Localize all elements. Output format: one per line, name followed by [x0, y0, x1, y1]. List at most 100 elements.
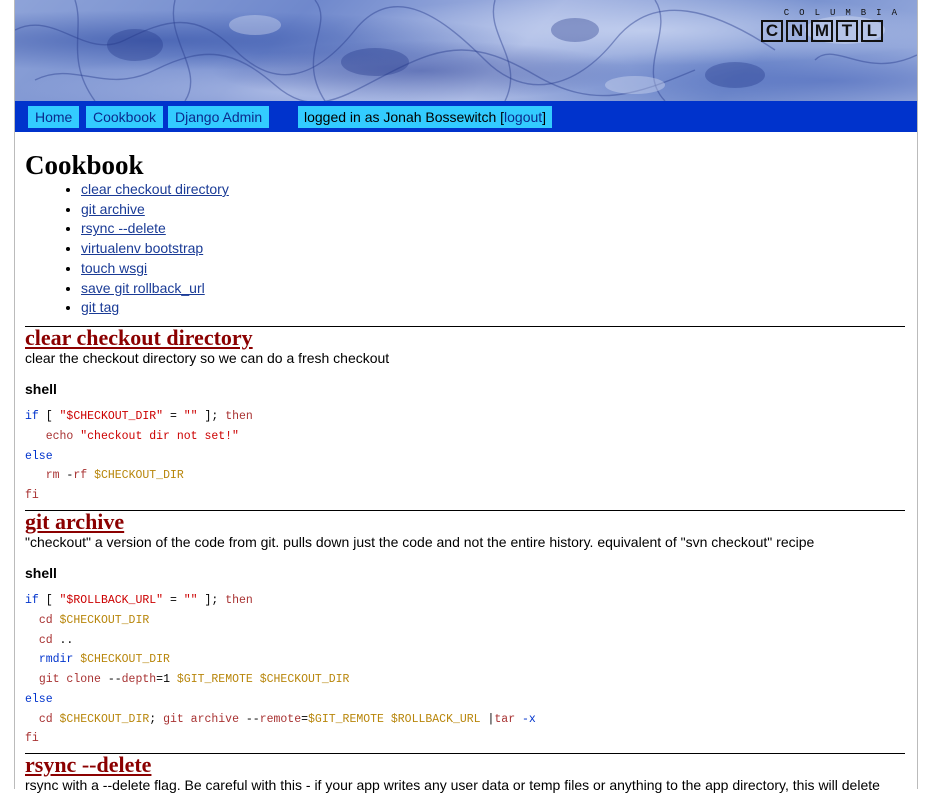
code-token: $CHECKOUT_DIR	[259, 673, 350, 687]
code-token: then	[225, 593, 253, 607]
code-token: $CHECKOUT_DIR	[94, 469, 184, 483]
code-token: fi	[25, 489, 39, 503]
page-title: Cookbook	[25, 150, 144, 180]
code-token: [	[38, 593, 60, 607]
code-token: ];	[197, 409, 226, 423]
code-token: --	[238, 712, 260, 726]
toc-link-clear-checkout-directory[interactable]: clear checkout directory	[81, 181, 229, 197]
code-token: rm	[45, 469, 60, 483]
code-token: "checkout dir not set!"	[80, 429, 239, 443]
logo-letter-m: M	[811, 20, 833, 42]
page-frame: COLUMBIA C N M T L Home Cookbook Django …	[14, 0, 918, 793]
code-token: cd	[38, 633, 53, 647]
recipe-code-block: if [ "$ROLLBACK_URL" = "" ]; then cd $CH…	[25, 591, 905, 749]
header-banner: COLUMBIA C N M T L	[15, 0, 917, 101]
nav-home-link[interactable]: Home	[28, 106, 80, 128]
recipe-toc: clear checkout directory git archive rsy…	[25, 180, 905, 318]
recipe-language-label: shell	[25, 380, 57, 397]
recipe-code-block: if [ "$CHECKOUT_DIR" = "" ]; then echo "…	[25, 407, 905, 506]
code-token: if	[25, 593, 39, 607]
code-token: else	[25, 449, 53, 463]
toc-item: git archive	[81, 200, 905, 220]
recipe-section-git-archive: git archive "checkout" a version of the …	[25, 509, 905, 749]
recipe-title[interactable]: clear checkout directory	[25, 326, 905, 349]
code-token: cd	[38, 712, 53, 726]
recipe-section-clear-checkout: clear checkout directory clear the check…	[25, 325, 905, 506]
recipe-description: rsync with a --delete flag. Be careful w…	[25, 777, 880, 794]
toc-link-git-tag[interactable]: git tag	[81, 299, 119, 315]
cnmtl-logo: COLUMBIA C N M T L	[761, 8, 907, 44]
main-content: Cookbook clear checkout directory git ar…	[25, 150, 905, 794]
toc-link-git-archive[interactable]: git archive	[81, 201, 145, 217]
code-token: =	[163, 593, 184, 607]
code-token: ..	[52, 633, 74, 647]
code-token: rf	[73, 469, 88, 483]
nav-cookbook-link[interactable]: Cookbook	[86, 106, 164, 128]
code-token: ""	[183, 593, 198, 607]
code-token: -	[59, 469, 74, 483]
logged-in-close: ]	[542, 109, 547, 125]
code-token: $ROLLBACK_URL	[390, 712, 481, 726]
nav-bar: Home Cookbook Django Admin logged in as …	[15, 101, 917, 132]
code-token: ];	[197, 593, 226, 607]
code-token: =1	[156, 673, 177, 687]
toc-item: git tag	[81, 298, 905, 318]
code-token: |	[480, 712, 495, 726]
nav-django-admin-link[interactable]: Django Admin	[168, 106, 270, 128]
logo-letter-c: C	[761, 20, 783, 42]
logo-letter-t: T	[836, 20, 858, 42]
code-token: $CHECKOUT_DIR	[59, 712, 150, 726]
logo-columbia-text: COLUMBIA	[783, 8, 907, 18]
toc-item: virtualenv bootstrap	[81, 239, 905, 259]
code-token: echo	[45, 429, 74, 443]
code-token: rmdir	[38, 653, 74, 667]
code-token: ""	[183, 409, 198, 423]
code-token: ;	[149, 712, 164, 726]
recipe-title[interactable]: git archive	[25, 510, 905, 533]
code-token: $CHECKOUT_DIR	[80, 653, 170, 667]
recipe-title[interactable]: rsync --delete	[25, 754, 905, 776]
toc-link-rsync-delete[interactable]: rsync --delete	[81, 220, 166, 236]
toc-link-touch-wsgi[interactable]: touch wsgi	[81, 260, 147, 276]
code-token: [	[38, 409, 60, 423]
toc-item: touch wsgi	[81, 259, 905, 279]
code-token: depth	[121, 673, 157, 687]
code-token: --	[100, 673, 122, 687]
toc-item: save git rollback_url	[81, 279, 905, 299]
recipe-description: clear the checkout directory so we can d…	[25, 349, 390, 366]
code-token: fi	[25, 732, 39, 746]
logo-letter-n: N	[786, 20, 808, 42]
recipe-section-rsync-delete: rsync --delete rsync with a --delete fla…	[25, 753, 905, 794]
recipe-description: "checkout" a version of the code from gi…	[25, 533, 815, 550]
code-token: $CHECKOUT_DIR	[59, 613, 150, 627]
code-token: =	[163, 409, 184, 423]
recipe-language-label: shell	[25, 564, 57, 581]
code-token: git clone	[38, 673, 101, 687]
code-token: -x	[522, 712, 536, 726]
code-token: =	[301, 712, 309, 726]
logo-letter-l: L	[861, 20, 883, 42]
toc-link-virtualenv-bootstrap[interactable]: virtualenv bootstrap	[81, 240, 203, 256]
code-token: "$CHECKOUT_DIR"	[59, 409, 164, 423]
logout-link[interactable]: logout	[504, 109, 542, 125]
toc-link-save-git-rollback-url[interactable]: save git rollback_url	[81, 280, 205, 296]
code-token: tar	[494, 712, 516, 726]
code-token: cd	[38, 613, 53, 627]
code-token: $GIT_REMOTE	[308, 712, 384, 726]
toc-item: clear checkout directory	[81, 180, 905, 200]
code-token: then	[225, 409, 253, 423]
code-token: if	[25, 409, 39, 423]
code-token: remote	[259, 712, 302, 726]
code-token: else	[25, 692, 53, 706]
